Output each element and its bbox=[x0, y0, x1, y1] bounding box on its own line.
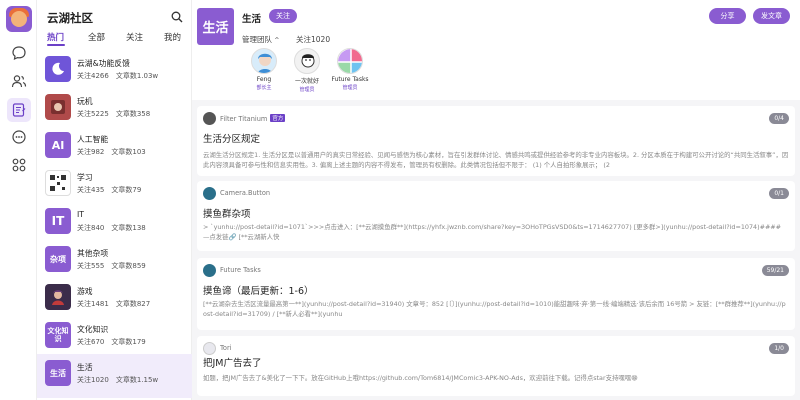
post-title: 把JM广告去了 bbox=[203, 358, 262, 369]
apps-icon[interactable] bbox=[10, 156, 28, 174]
main-panel: 生活 生活 关注 管理团队 ^ 关注1020 分享 发文章 Feng 部长主 一… bbox=[192, 0, 800, 400]
item-stats: 关注1481 文章数827 bbox=[77, 300, 151, 308]
item-stats: 关注435 文章数79 bbox=[77, 186, 142, 194]
community-cover: 生活 bbox=[197, 8, 234, 45]
author-avatar bbox=[203, 112, 216, 125]
item-stats: 关注5225 文章数358 bbox=[77, 110, 151, 118]
admin-card[interactable]: Future Tasks 管理员 bbox=[320, 48, 380, 91]
admin-avatar bbox=[294, 48, 320, 74]
left-rail bbox=[0, 0, 37, 400]
official-badge: 官方 bbox=[270, 114, 286, 122]
item-name: 游戏 bbox=[77, 287, 93, 296]
admin-avatar bbox=[251, 48, 277, 74]
post-count-badge: 59/21 bbox=[761, 265, 789, 276]
post-body: 如题，把JM广告去了&美化了一下下。放在GitHub上哦https://gith… bbox=[203, 374, 638, 382]
post-body: 云湖生活分区规定1. 生活分区是以普通用户的真实日常经验、见闻与感悟为核心素材，… bbox=[203, 151, 789, 169]
tab-all[interactable]: 全部 bbox=[88, 31, 105, 43]
community-header: 生活 生活 关注 管理团队 ^ 关注1020 分享 发文章 Feng 部长主 一… bbox=[192, 0, 800, 100]
post-count-badge: 1/0 bbox=[769, 343, 789, 354]
followers-count: 关注1020 bbox=[296, 35, 331, 44]
post-count-badge: 0/4 bbox=[769, 113, 789, 124]
list-item-selected[interactable]: 生活 生活 关注1020 文章数1.15w bbox=[37, 354, 192, 398]
app: 云湖社区 热门 全部 关注 我的 云湖&功能反馈 关注4266 文章数1.03w … bbox=[0, 0, 800, 400]
item-stats: 关注670 文章数179 bbox=[77, 338, 146, 346]
post-body: [**云湖杂去生活区流量最高第一**](yunhu://post-detail?… bbox=[203, 300, 786, 318]
posts-icon[interactable] bbox=[7, 98, 31, 122]
follow-button[interactable]: 关注 bbox=[269, 9, 297, 23]
admin-avatar bbox=[337, 48, 363, 74]
management-team-toggle[interactable]: 管理团队 ^ bbox=[242, 34, 279, 45]
community-thumb bbox=[45, 94, 71, 120]
admin-name: Future Tasks bbox=[331, 76, 369, 83]
community-thumb: 文化知识 bbox=[45, 322, 71, 348]
item-name: 云湖&功能反馈 bbox=[77, 59, 130, 68]
post-author: Tori bbox=[220, 344, 232, 352]
item-name: 玩机 bbox=[77, 97, 93, 106]
tab-mine[interactable]: 我的 bbox=[164, 31, 181, 43]
chat-icon[interactable] bbox=[10, 44, 28, 62]
list-tabs: 热门 全部 关注 我的 bbox=[37, 31, 192, 47]
community-thumb: AI bbox=[45, 132, 71, 158]
users-icon[interactable] bbox=[10, 72, 28, 90]
community-title: 生活 bbox=[242, 14, 262, 25]
item-stats: 关注4266 文章数1.03w bbox=[77, 72, 159, 80]
post-card[interactable]: Future Tasks 59/21 摸鱼谛（最后更新：1-6） [**云湖杂去… bbox=[197, 258, 795, 330]
item-stats: 关注555 文章数859 bbox=[77, 262, 146, 270]
user-avatar[interactable] bbox=[6, 6, 32, 32]
item-name: 生活 bbox=[77, 363, 93, 372]
community-thumb: 杂项 bbox=[45, 246, 71, 272]
item-stats: 关注840 文章数138 bbox=[77, 224, 146, 232]
post-count-badge: 0/1 bbox=[769, 188, 789, 199]
admin-role: 管理员 bbox=[342, 85, 358, 91]
share-button[interactable]: 分享 bbox=[709, 8, 746, 24]
community-thumb bbox=[45, 56, 71, 82]
post-card[interactable]: Filter Titanium 官方 0/4 生活分区规定 云湖生活分区规定1. … bbox=[197, 106, 795, 176]
new-post-button[interactable]: 发文章 bbox=[753, 8, 790, 24]
search-icon[interactable] bbox=[170, 9, 184, 23]
item-name: IT bbox=[77, 210, 85, 219]
author-avatar bbox=[203, 264, 216, 277]
post-author: Camera.Button bbox=[220, 189, 271, 197]
item-name: 学习 bbox=[77, 173, 93, 182]
tab-underline bbox=[47, 44, 65, 46]
post-author: Future Tasks bbox=[220, 266, 261, 274]
post-card[interactable]: Tori 1/0 把JM广告去了 如题，把JM广告去了&美化了一下下。放在Git… bbox=[197, 336, 795, 396]
item-name: 其他杂项 bbox=[77, 249, 109, 258]
more-icon[interactable] bbox=[10, 128, 28, 146]
post-title: 生活分区规定 bbox=[203, 134, 261, 145]
post-author: Filter Titanium 官方 bbox=[220, 114, 286, 123]
community-thumb bbox=[45, 284, 71, 310]
tab-following[interactable]: 关注 bbox=[126, 31, 143, 43]
post-title: 摸鱼谛（最后更新：1-6） bbox=[203, 286, 314, 297]
item-stats: 关注982 文章数103 bbox=[77, 148, 146, 156]
chevron-up-icon: ^ bbox=[274, 37, 280, 44]
item-stats: 关注1020 文章数1.15w bbox=[77, 376, 159, 384]
author-avatar bbox=[203, 187, 216, 200]
item-name: 人工智能 bbox=[77, 135, 109, 144]
post-body: > `yunhu://post-detail?id=1071`>>>点击进入：[… bbox=[203, 223, 782, 241]
item-name: 文化知识 bbox=[77, 325, 109, 334]
list-title: 云湖社区 bbox=[47, 11, 93, 25]
community-list: 云湖社区 热门 全部 关注 我的 云湖&功能反馈 关注4266 文章数1.03w … bbox=[37, 0, 192, 400]
post-card[interactable]: Camera.Button 0/1 摸鱼群杂项 > `yunhu://post-… bbox=[197, 181, 795, 251]
community-thumb bbox=[45, 170, 71, 196]
community-thumb: IT bbox=[45, 208, 71, 234]
post-title: 摸鱼群杂项 bbox=[203, 209, 251, 220]
tab-hot[interactable]: 热门 bbox=[47, 31, 64, 43]
author-avatar bbox=[203, 342, 216, 355]
community-thumb: 生活 bbox=[45, 360, 71, 386]
